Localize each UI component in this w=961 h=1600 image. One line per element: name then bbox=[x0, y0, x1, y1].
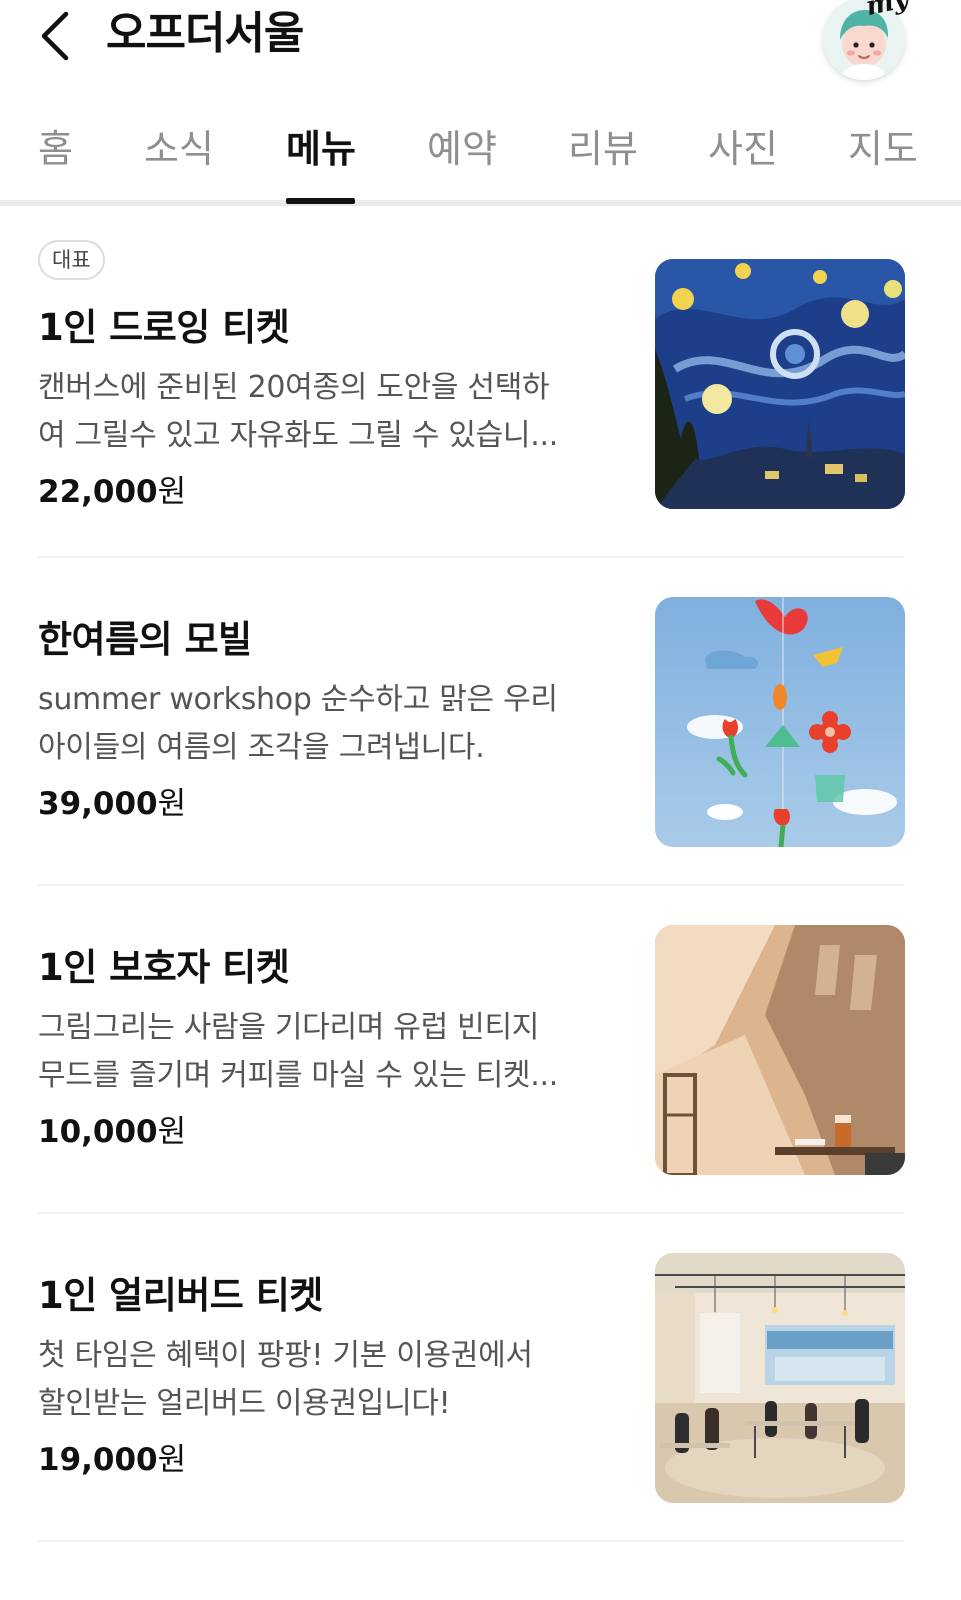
price-number: 19,000 bbox=[38, 1442, 158, 1478]
cafe-shadow-photo-image bbox=[655, 925, 905, 1175]
tab-reservation[interactable]: 예약 bbox=[427, 122, 497, 176]
price-unit: 원 bbox=[157, 786, 187, 822]
menu-item-earlybird-ticket[interactable]: 1인 얼리버드 티켓 첫 타임은 혜택이 팡팡! 기본 이용권에서 할인받는 얼… bbox=[38, 1214, 905, 1542]
menu-item-summer-mobile[interactable]: 한여름의 모빌 summer workshop 순수하고 맑은 우리 아이들의 … bbox=[38, 558, 905, 886]
menu-item-description-line2: 무드를 즐기며 커피를 마실 수 있는 티켓... bbox=[38, 1058, 558, 1093]
menu-item-description-line1: 첫 타임은 혜택이 팡팡! 기본 이용권에서 bbox=[38, 1338, 533, 1373]
menu-item-name: 1인 드로잉 티켓 bbox=[38, 306, 290, 349]
menu-item-price: 19,000원 bbox=[38, 1438, 186, 1482]
price-number: 22,000 bbox=[38, 474, 158, 510]
header: 오프더서울 my bbox=[0, 0, 961, 95]
price-unit: 원 bbox=[157, 1442, 187, 1478]
summer-mobile-image bbox=[655, 597, 905, 847]
menu-item-image bbox=[655, 925, 905, 1175]
chevron-left-icon bbox=[41, 11, 69, 61]
starry-night-painting-image bbox=[655, 259, 905, 509]
menu-item-guardian-ticket[interactable]: 1인 보호자 티켓 그림그리는 사람을 기다리며 유럽 빈티지 무드를 즐기며 … bbox=[38, 886, 905, 1214]
menu-item-image bbox=[655, 259, 905, 509]
tab-map[interactable]: 지도 bbox=[848, 122, 918, 176]
menu-item-price: 39,000원 bbox=[38, 782, 186, 826]
page-title: 오프더서울 bbox=[106, 8, 304, 59]
menu-item-name: 1인 얼리버드 티켓 bbox=[38, 1274, 323, 1317]
menu-item-price: 22,000원 bbox=[38, 470, 186, 514]
tab-review[interactable]: 리뷰 bbox=[568, 122, 638, 176]
price-unit: 원 bbox=[157, 1114, 187, 1150]
tab-news[interactable]: 소식 bbox=[144, 122, 214, 176]
menu-item-description-line2: 여 그릴수 있고 자유화도 그릴 수 있습니... bbox=[38, 418, 558, 453]
price-number: 39,000 bbox=[38, 786, 158, 822]
tab-bar: 홈 소식 메뉴 예약 리뷰 사진 지도 bbox=[0, 102, 961, 206]
tab-home[interactable]: 홈 bbox=[38, 122, 73, 176]
active-tab-indicator bbox=[286, 198, 355, 204]
cafe-interior-photo-image bbox=[655, 1253, 905, 1503]
menu-item-description-line1: 그림그리는 사람을 기다리며 유럽 빈티지 bbox=[38, 1010, 540, 1045]
price-unit: 원 bbox=[157, 474, 187, 510]
menu-item-image bbox=[655, 597, 905, 847]
tab-photo[interactable]: 사진 bbox=[708, 122, 778, 176]
representative-badge: 대표 bbox=[38, 240, 105, 280]
menu-item-description-line1: 캔버스에 준비된 20여종의 도안을 선택하 bbox=[38, 370, 550, 405]
menu-item-name: 한여름의 모빌 bbox=[38, 618, 252, 661]
menu-item-description-line2: 아이들의 여름의 조각을 그려냅니다. bbox=[38, 730, 485, 765]
menu-item-price: 10,000원 bbox=[38, 1110, 186, 1154]
menu-item-description-line1: summer workshop 순수하고 맑은 우리 bbox=[38, 682, 558, 717]
menu-item-drawing-ticket[interactable]: 대표 1인 드로잉 티켓 캔버스에 준비된 20여종의 도안을 선택하 여 그릴… bbox=[38, 230, 905, 558]
tab-menu[interactable]: 메뉴 bbox=[286, 122, 356, 176]
menu-item-image bbox=[655, 1253, 905, 1503]
menu-item-name: 1인 보호자 티켓 bbox=[38, 946, 290, 989]
back-button[interactable] bbox=[30, 8, 80, 64]
price-number: 10,000 bbox=[38, 1114, 158, 1150]
menu-item-description-line2: 할인받는 얼리버드 이용권입니다! bbox=[38, 1386, 451, 1421]
